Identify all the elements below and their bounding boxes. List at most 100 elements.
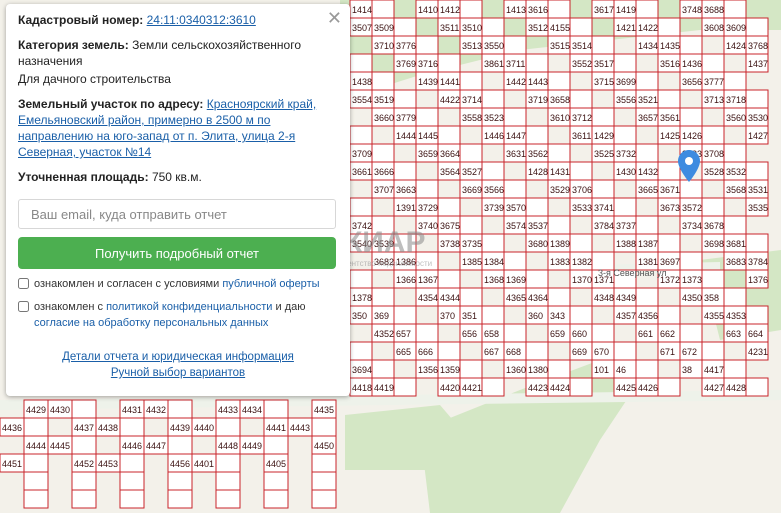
plot-outline[interactable] [547,359,571,379]
plot-outline[interactable] [349,269,373,289]
offer-checkbox[interactable] [18,278,29,289]
plot-outline[interactable] [701,125,725,145]
plot-outline[interactable] [613,53,637,73]
plot-outline[interactable] [679,323,703,343]
plot-outline[interactable] [569,305,593,325]
plot-outline[interactable] [393,233,417,253]
plot-outline[interactable] [167,435,193,455]
plot-outline[interactable] [613,197,637,217]
plot-outline[interactable] [167,399,193,419]
plot-outline[interactable] [23,453,49,473]
plot-outline[interactable] [657,161,681,181]
plot-outline[interactable] [525,125,549,145]
plot-outline[interactable] [415,179,439,199]
plot-outline[interactable] [613,125,637,145]
plot-outline[interactable] [503,323,527,343]
plot-outline[interactable] [437,125,461,145]
plot-outline[interactable] [525,197,549,217]
plot-outline[interactable] [393,89,417,109]
plot-outline[interactable] [415,35,439,55]
plot-outline[interactable] [415,251,439,271]
plot-outline[interactable] [371,287,395,307]
plot-outline[interactable] [371,143,395,163]
plot-outline[interactable] [215,417,241,437]
plot-outline[interactable] [119,417,145,437]
plot-outline[interactable] [679,179,703,199]
personal-data-consent-link[interactable]: согласие на обработку персональных данны… [34,317,268,329]
plot-outline[interactable] [371,215,395,235]
plot-outline[interactable] [745,377,769,397]
plot-outline[interactable] [635,359,659,379]
plot-outline[interactable] [723,71,747,91]
email-field[interactable] [18,199,336,229]
plot-outline[interactable] [23,489,49,509]
report-details-link[interactable]: Детали отчета и юридическая информация [18,351,338,363]
plot-outline[interactable] [613,341,637,361]
plot-outline[interactable] [525,269,549,289]
plot-outline[interactable] [723,287,747,307]
plot-outline[interactable] [503,35,527,55]
plot-outline[interactable] [547,71,571,91]
plot-outline[interactable] [723,143,747,163]
plot-outline[interactable] [503,107,527,127]
close-icon[interactable]: ✕ [327,8,342,28]
plot-outline[interactable] [679,35,703,55]
plot-outline[interactable] [481,377,505,397]
plot-outline[interactable] [481,89,505,109]
plot-outline[interactable] [657,233,681,253]
plot-outline[interactable] [591,179,615,199]
plot-outline[interactable] [657,17,681,37]
plot-outline[interactable] [459,0,483,19]
plot-outline[interactable] [393,305,417,325]
plot-outline[interactable] [745,17,769,37]
plot-outline[interactable] [569,89,593,109]
plot-outline[interactable] [503,251,527,271]
get-report-button[interactable]: Получить подробный отчет [18,237,336,269]
plot-outline[interactable] [657,305,681,325]
plot-outline[interactable] [591,323,615,343]
plot-outline[interactable] [547,287,571,307]
plot-outline[interactable] [459,287,483,307]
manual-selection-link[interactable]: Ручной выбор вариантов [18,367,338,379]
plot-outline[interactable] [591,35,615,55]
plot-outline[interactable] [311,471,337,491]
plot-outline[interactable] [71,399,97,419]
plot-outline[interactable] [311,489,337,509]
plot-outline[interactable] [263,489,289,509]
plot-outline[interactable] [263,471,289,491]
plot-outline[interactable] [723,359,747,379]
privacy-checkbox[interactable] [18,301,29,312]
plot-outline[interactable] [437,53,461,73]
plot-outline[interactable] [437,197,461,217]
plot-outline[interactable] [71,489,97,509]
plot-outline[interactable] [569,377,593,397]
plot-outline[interactable] [701,269,725,289]
plot-outline[interactable] [371,0,395,19]
plot-outline[interactable] [415,323,439,343]
plot-outline[interactable] [481,233,505,253]
plot-outline[interactable] [371,359,395,379]
plot-outline[interactable] [635,71,659,91]
plot-outline[interactable] [481,17,505,37]
location-pin-icon[interactable] [678,150,700,182]
plot-outline[interactable] [119,453,145,473]
plot-outline[interactable] [745,89,769,109]
plot-outline[interactable] [459,215,483,235]
plot-outline[interactable] [393,161,417,181]
plot-outline[interactable] [569,233,593,253]
plot-outline[interactable] [215,489,241,509]
plot-outline[interactable] [23,417,49,437]
plot-outline[interactable] [349,197,373,217]
plot-outline[interactable] [525,341,549,361]
cadastral-number-link[interactable]: 24:11:0340312:3610 [147,13,256,27]
plot-outline[interactable] [657,89,681,109]
plot-outline[interactable] [311,453,337,473]
plot-outline[interactable] [215,471,241,491]
plot-outline[interactable] [71,471,97,491]
plot-outline[interactable] [569,17,593,37]
plot-outline[interactable] [371,71,395,91]
plot-outline[interactable] [701,197,725,217]
plot-outline[interactable] [415,107,439,127]
plot-outline[interactable] [635,0,659,19]
plot-outline[interactable] [263,399,289,419]
